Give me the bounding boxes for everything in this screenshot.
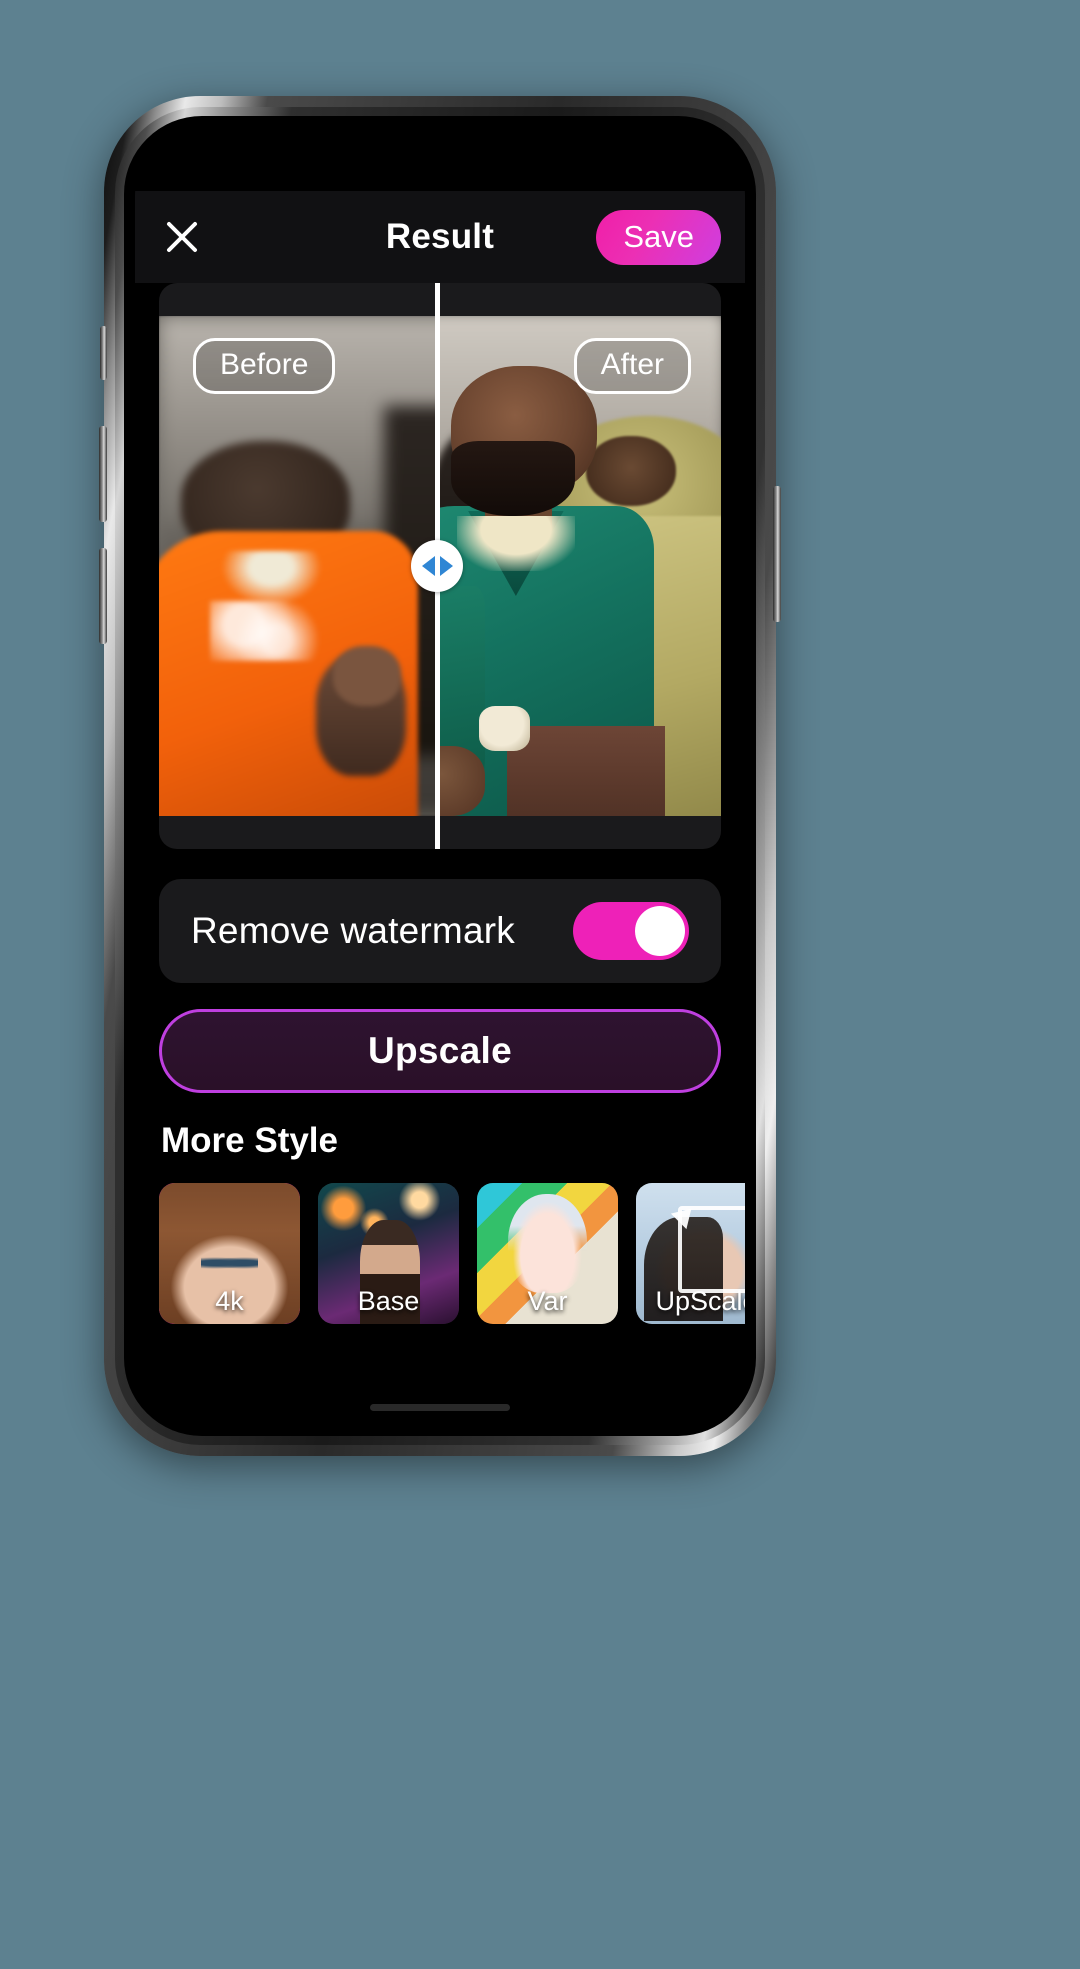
- volume-up-button[interactable]: [99, 426, 107, 522]
- compare-slider-handle[interactable]: [411, 540, 464, 592]
- toggle-knob: [635, 906, 685, 956]
- remove-watermark-label: Remove watermark: [191, 910, 515, 951]
- style-card-label: 4k: [215, 1286, 244, 1316]
- before-after-compare[interactable]: Before After: [159, 283, 721, 849]
- power-button[interactable]: [773, 486, 781, 622]
- remove-watermark-row[interactable]: Remove watermark: [159, 879, 721, 983]
- status-bar-spacer: [135, 127, 745, 191]
- upscale-button[interactable]: Upscale: [159, 1009, 721, 1093]
- phone-inner-frame: Result Save Before After Remove watermar…: [115, 107, 765, 1445]
- style-card-upscale[interactable]: UpScale: [636, 1183, 745, 1324]
- app-header: Result Save: [135, 191, 745, 283]
- phone-device-frame: Result Save Before After Remove watermar…: [99, 96, 781, 1456]
- arrow-right-icon: [439, 556, 453, 576]
- save-button[interactable]: Save: [596, 209, 721, 265]
- upscale-frame-icon: [678, 1205, 745, 1293]
- style-card-base[interactable]: Base: [318, 1183, 459, 1324]
- style-card-label: Var: [527, 1286, 568, 1316]
- app-root: Result Save Before After Remove watermar…: [135, 127, 745, 1425]
- style-card-label: Base: [357, 1286, 420, 1316]
- arrow-left-icon: [421, 556, 435, 576]
- home-indicator: [370, 1404, 510, 1411]
- close-icon[interactable]: [159, 214, 205, 260]
- mute-switch[interactable]: [100, 326, 107, 380]
- more-style-list[interactable]: 4k Base Var UpScale: [159, 1183, 745, 1324]
- phone-bezel: Result Save Before After Remove watermar…: [124, 116, 756, 1436]
- style-card-var[interactable]: Var: [477, 1183, 618, 1324]
- remove-watermark-toggle[interactable]: [573, 902, 689, 960]
- after-badge[interactable]: After: [573, 338, 691, 394]
- before-badge[interactable]: Before: [193, 338, 336, 394]
- volume-down-button[interactable]: [99, 548, 107, 644]
- phone-screen: Result Save Before After Remove watermar…: [135, 127, 745, 1425]
- more-style-heading: More Style: [161, 1121, 338, 1160]
- style-card-4k[interactable]: 4k: [159, 1183, 300, 1324]
